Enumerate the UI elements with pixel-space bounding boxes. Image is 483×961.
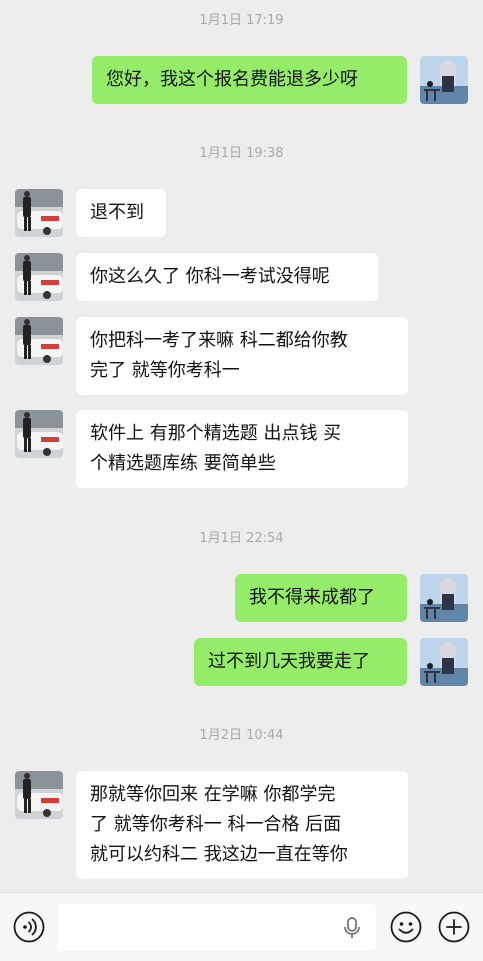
avatar[interactable] (420, 638, 468, 686)
input-toolbar (0, 892, 483, 961)
message-text-line: 完了 就等你考科一 (90, 360, 240, 381)
message-text-line: 你把科一考了来嘛 科二都给你教 (90, 330, 348, 351)
message-text: 过不到几天我要走了 (208, 651, 370, 672)
message-text-line: 就可以约科二 我这边一直在等你 (90, 844, 348, 865)
message-bubble-outgoing[interactable]: 我不得来成都了 (235, 574, 407, 622)
message-bubble-outgoing[interactable]: 您好，我这个报名费能退多少呀 (92, 56, 407, 104)
message-bubble-outgoing[interactable]: 过不到几天我要走了 (194, 638, 407, 686)
message-text-line: 软件上 有那个精选题 出点钱 买 (90, 423, 342, 444)
microphone-icon[interactable] (341, 916, 363, 940)
message-text: 我不得来成都了 (249, 587, 375, 608)
message-bubble-incoming[interactable]: 退不到 (76, 189, 166, 237)
voice-icon[interactable] (13, 911, 45, 943)
message-text-line: 了 就等你考科一 科一合格 后面 (90, 814, 342, 835)
message-bubble-incoming[interactable]: 软件上 有那个精选题 出点钱 买 个精选题库练 要简单些 (76, 410, 408, 488)
emoji-icon[interactable] (390, 911, 422, 943)
timestamp: 1月1日 22:54 (199, 531, 284, 546)
avatar[interactable] (15, 410, 63, 458)
timestamp: 1月1日 19:38 (199, 146, 284, 161)
plus-icon[interactable] (438, 911, 470, 943)
avatar[interactable] (15, 189, 63, 237)
message-bubble-incoming[interactable]: 那就等你回来 在学嘛 你都学完 了 就等你考科一 科一合格 后面 就可以约科二 … (76, 771, 408, 879)
avatar[interactable] (15, 317, 63, 365)
timestamp: 1月2日 10:44 (199, 728, 284, 743)
message-text: 你这么久了 你科一考试没得呢 (90, 266, 330, 287)
message-text: 您好，我这个报名费能退多少呀 (106, 69, 358, 90)
message-text-line: 那就等你回来 在学嘛 你都学完 (90, 784, 336, 805)
timestamp: 1月1日 17:19 (199, 13, 284, 28)
message-text-line: 个精选题库练 要简单些 (90, 453, 276, 474)
avatar[interactable] (15, 771, 63, 819)
message-bubble-incoming[interactable]: 你这么久了 你科一考试没得呢 (76, 253, 378, 301)
message-text: 退不到 (90, 202, 144, 223)
avatar[interactable] (15, 253, 63, 301)
message-input[interactable] (58, 904, 376, 950)
message-bubble-incoming[interactable]: 你把科一考了来嘛 科二都给你教 完了 就等你考科一 (76, 317, 408, 395)
avatar[interactable] (420, 56, 468, 104)
avatar[interactable] (420, 574, 468, 622)
